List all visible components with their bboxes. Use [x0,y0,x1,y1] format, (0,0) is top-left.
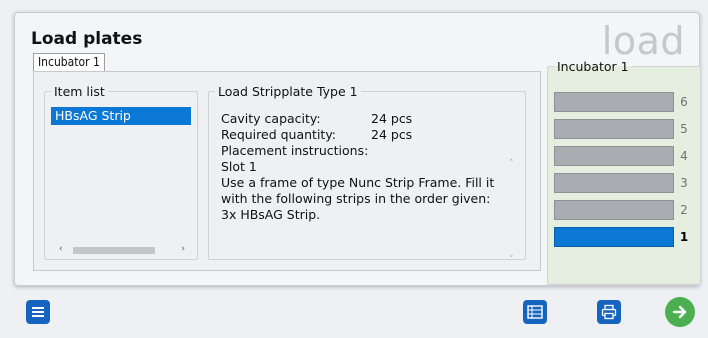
instruction-line-1: Use a frame of type Nunc Strip Frame. Fi… [221,175,495,190]
page-title: Load plates [31,29,143,49]
slot-number-2: 2 [680,203,688,217]
next-button[interactable] [665,297,695,327]
vertical-scrollbar[interactable]: ˄ ˅ [509,159,519,265]
incubator-legend: Incubator 1 [557,59,629,74]
slot-number-5: 5 [680,122,688,136]
slot-number-1: 1 [679,230,689,244]
horizontal-scrollbar[interactable]: ‹ › [59,244,185,256]
slot-number-6: 6 [680,95,688,109]
scroll-up-icon[interactable]: ˄ [509,159,514,169]
slot-number-3: 3 [680,176,688,190]
hamburger-menu-icon [32,305,44,319]
item-list-legend: Item list [54,84,105,99]
incubator-slot-5[interactable] [554,119,674,139]
incubator-slot-6[interactable] [554,92,674,112]
incubator-slot-2[interactable] [554,200,674,220]
cavity-capacity-label: Cavity capacity: [221,111,321,126]
table-view-button[interactable] [523,300,547,324]
required-quantity-label: Required quantity: [221,127,337,142]
scroll-right-icon[interactable]: › [181,244,185,254]
incubator-slot-3[interactable] [554,173,674,193]
scroll-left-icon[interactable]: ‹ [59,244,63,254]
incubator-slot-4[interactable] [554,146,674,166]
required-quantity-value: 24 pcs [371,127,413,142]
cavity-capacity-value: 24 pcs [371,111,413,126]
print-button[interactable] [597,300,621,324]
scrollbar-thumb[interactable] [73,247,155,254]
slot-number-4: 4 [680,149,688,163]
arrow-right-circle-icon [672,305,687,319]
load-stripplate-legend: Load Stripplate Type 1 [218,84,358,99]
incubator-slot-1[interactable] [554,227,674,247]
incubator-group: Incubator 1 6 5 4 3 2 1 [547,59,701,285]
placement-instructions-label: Placement instructions: [221,143,369,158]
slot-line: Slot 1 [221,159,257,174]
tab-panel: Item list HBsAG Strip ‹ › Load Stripplat… [33,71,541,271]
tab-incubator-1[interactable]: Incubator 1 [33,53,105,71]
list-item[interactable]: HBsAG Strip [51,107,191,125]
item-list-group: Item list HBsAG Strip ‹ › [44,84,198,260]
table-view-icon [527,305,543,319]
scroll-down-icon[interactable]: ˅ [509,255,514,265]
instruction-line-3: 3x HBsAG Strip. [221,207,321,222]
load-plates-dialog: Load plates load Incubator 1 Item list H… [14,12,701,286]
load-watermark: load [601,19,685,63]
instruction-line-2: with the following strips in the order g… [221,191,491,206]
load-details: Cavity capacity: 24 pcs Required quantit… [221,111,499,223]
print-icon [601,304,617,320]
load-stripplate-group: Load Stripplate Type 1 Cavity capacity: … [208,84,526,265]
menu-button[interactable] [26,300,50,324]
